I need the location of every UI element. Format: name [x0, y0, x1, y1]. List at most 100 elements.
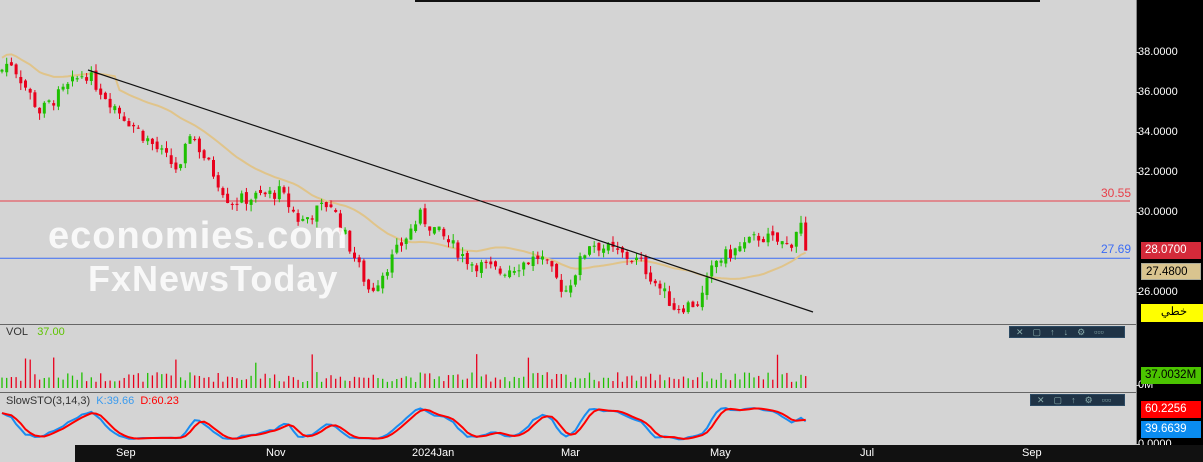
candle: [498, 268, 502, 274]
candle: [89, 72, 93, 81]
close-icon[interactable]: ✕: [1016, 327, 1024, 338]
candle: [804, 222, 808, 251]
candle: [259, 190, 262, 193]
candle: [240, 193, 244, 203]
price-axis[interactable]: [1136, 0, 1203, 462]
candle: [160, 148, 164, 150]
candle: [212, 159, 215, 177]
time-label: 2024Jan: [412, 447, 455, 459]
candle: [381, 275, 385, 289]
candle: [465, 252, 469, 265]
candle: [24, 80, 27, 88]
candle: [400, 242, 403, 246]
candle: [282, 187, 286, 193]
candle: [442, 228, 446, 237]
candle: [353, 252, 356, 259]
candle: [108, 98, 112, 108]
candle: [207, 157, 211, 160]
maximize-icon[interactable]: ▢: [1033, 327, 1042, 338]
candle: [132, 124, 136, 127]
candle: [348, 230, 352, 252]
candle: [470, 264, 474, 266]
candle: [122, 116, 126, 121]
candle: [5, 63, 9, 73]
candle: [785, 243, 789, 245]
candle: [75, 78, 79, 80]
candle: [550, 261, 554, 267]
candle: [710, 265, 714, 277]
support-label: 27.69: [1100, 242, 1131, 256]
chart-type-button[interactable]: خطي: [1141, 304, 1203, 322]
candle: [136, 127, 140, 129]
candle: [738, 246, 742, 252]
candle: [385, 272, 389, 276]
candle: [103, 92, 107, 100]
price-tick: 26.0000: [1135, 286, 1178, 298]
candle: [602, 248, 606, 253]
candle: [268, 190, 272, 195]
candle: [639, 257, 643, 259]
pane-separator[interactable]: [0, 392, 1203, 393]
candle: [691, 301, 695, 308]
candle: [752, 234, 756, 236]
more-icon[interactable]: ▫▫▫: [1102, 395, 1112, 405]
move-up-icon[interactable]: ↑: [1071, 395, 1076, 405]
close-icon[interactable]: ✕: [1037, 395, 1045, 406]
price-tick: 34.0000: [1135, 126, 1178, 138]
candle: [512, 271, 516, 273]
candle: [155, 141, 159, 150]
price-tick: 38.0000: [1135, 46, 1178, 58]
candle: [404, 238, 408, 244]
candle: [85, 77, 89, 81]
candle: [658, 283, 662, 289]
settings-icon[interactable]: ⚙: [1077, 327, 1085, 338]
candle: [437, 226, 441, 231]
candle: [0, 69, 4, 72]
candle: [291, 209, 295, 212]
candle: [541, 256, 544, 260]
pane-separator[interactable]: [0, 324, 1203, 325]
candle: [273, 192, 277, 199]
candle: [447, 239, 450, 243]
candle: [578, 256, 582, 276]
candle: [494, 261, 497, 267]
candle: [9, 62, 13, 66]
top-bar: [415, 0, 1040, 2]
stoch-label: SlowSTO(3,14,3) K:39.66 D:60.23: [6, 395, 179, 407]
candle: [479, 262, 483, 273]
settings-icon[interactable]: ⚙: [1085, 395, 1093, 406]
candle: [193, 138, 197, 141]
candle: [780, 241, 784, 245]
stoch-d-line: [1, 407, 806, 440]
more-icon[interactable]: ▫▫▫: [1094, 327, 1104, 337]
candle: [165, 148, 168, 153]
candle: [287, 193, 291, 208]
candle: [428, 226, 432, 231]
candle: [169, 155, 173, 165]
candle: [682, 308, 685, 313]
watermark-fxnewstoday: FxNewsToday: [88, 258, 339, 299]
candle: [113, 106, 117, 111]
candle: [663, 288, 667, 292]
candle: [418, 209, 422, 224]
candle: [503, 274, 507, 276]
candle: [390, 254, 394, 273]
candle: [564, 290, 568, 292]
candle: [766, 233, 770, 243]
candle: [376, 285, 380, 292]
candle: [794, 231, 798, 247]
candle: [174, 162, 178, 170]
candle: [66, 83, 70, 89]
volume-label: VOL 37.00: [6, 326, 65, 338]
candle: [672, 303, 676, 310]
candle: [277, 186, 281, 200]
candle: [747, 236, 751, 243]
candle: [489, 261, 493, 265]
move-down-icon[interactable]: ↓: [1064, 327, 1069, 337]
candle: [526, 262, 530, 265]
candle: [42, 102, 46, 114]
maximize-icon[interactable]: ▢: [1054, 395, 1063, 406]
candle: [197, 138, 201, 153]
candle: [395, 244, 399, 253]
move-up-icon[interactable]: ↑: [1050, 327, 1055, 337]
